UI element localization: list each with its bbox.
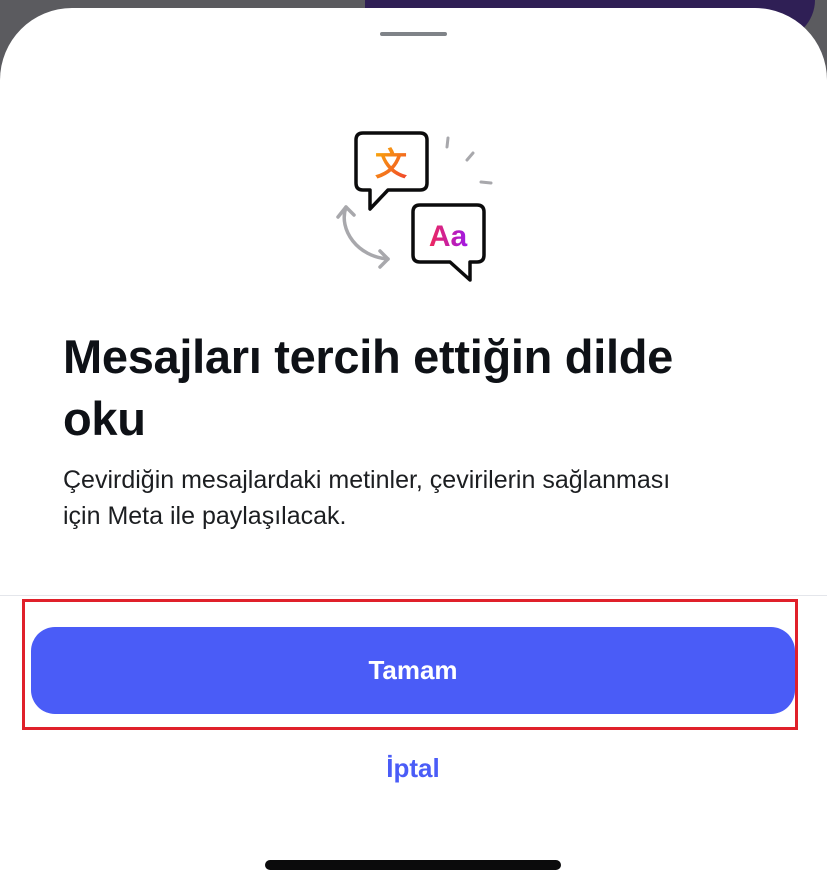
divider: [0, 595, 827, 596]
sheet-description: Çevirdiğin mesajlardaki metinler, çeviri…: [63, 466, 671, 530]
cancel-button[interactable]: İptal: [313, 748, 513, 788]
translate-icon: 文 Aa: [336, 131, 493, 282]
source-language-glyph: 文: [375, 145, 407, 183]
target-language-glyph: Aa: [429, 220, 468, 253]
sparkle-line: [479, 180, 493, 185]
sparkle-line: [445, 136, 450, 149]
sheet-grabber-handle[interactable]: [380, 32, 447, 36]
ok-button[interactable]: Tamam: [31, 627, 795, 714]
sparkle-line: [465, 151, 475, 162]
sheet-title: Mesajları tercih ettiğin dilde oku: [63, 330, 673, 445]
home-indicator: [265, 860, 561, 870]
